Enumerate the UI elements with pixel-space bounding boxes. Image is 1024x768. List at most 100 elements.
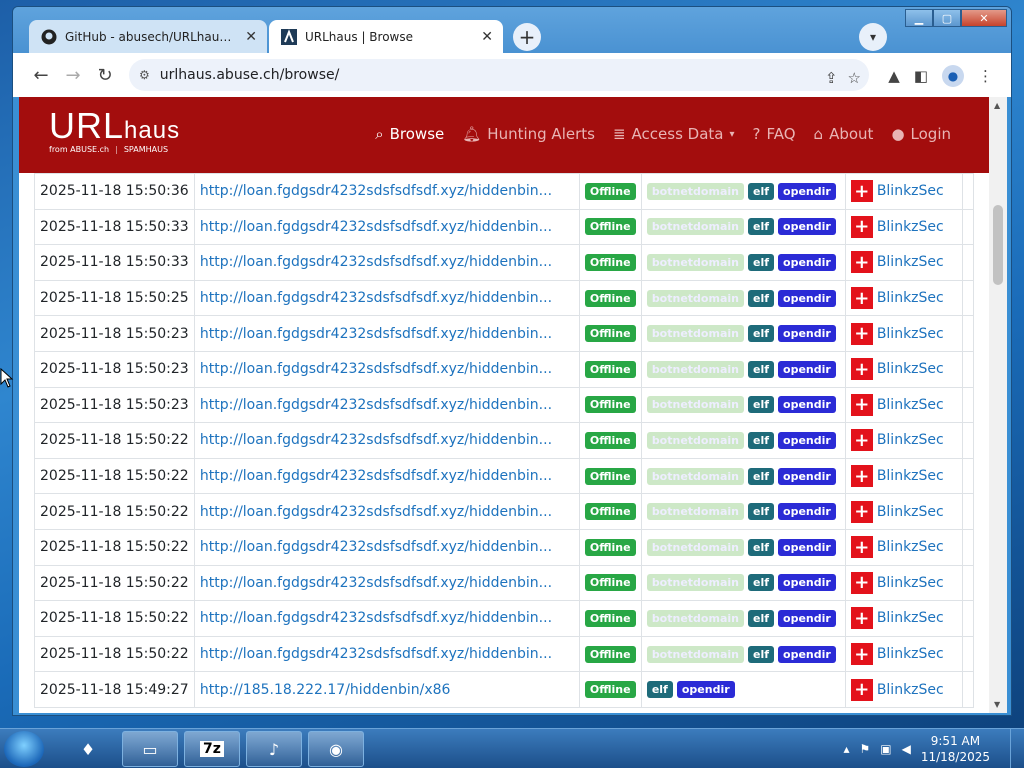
profile-avatar-icon[interactable]: ● — [942, 65, 964, 87]
reporter-link[interactable]: BlinkzSec — [877, 504, 944, 520]
url-link[interactable]: http://loan.fgdgsdr4232sdsfsdfsdf.xyz/hi… — [193, 528, 580, 566]
extension-icon[interactable]: ▲ — [888, 67, 900, 85]
reporter-cell[interactable]: + BlinkzSec — [844, 457, 963, 495]
reporter-cell[interactable]: + BlinkzSec — [844, 635, 963, 673]
tag-badge-elf[interactable]: elf — [747, 253, 775, 271]
url-link[interactable]: http://loan.fgdgsdr4232sdsfsdfsdf.xyz/hi… — [193, 564, 580, 602]
tag-badge-botnetdomain[interactable]: botnetdomain — [646, 609, 744, 627]
scroll-thumb[interactable] — [993, 205, 1003, 285]
tab-urlhaus[interactable]: URLhaus | Browse ✕ — [269, 20, 503, 53]
scroll-up-icon[interactable]: ▲ — [994, 101, 1000, 110]
reload-icon[interactable]: ↻ — [89, 59, 121, 91]
nav-login[interactable]: ● Login — [891, 125, 951, 143]
back-icon[interactable]: ← — [25, 59, 57, 91]
reporter-cell[interactable]: + BlinkzSec — [844, 493, 963, 530]
tag-badge-botnetdomain[interactable]: botnetdomain — [646, 289, 744, 307]
tag-badge-opendir[interactable]: opendir — [778, 360, 836, 378]
reporter-link[interactable]: BlinkzSec — [877, 468, 944, 484]
side-panel-icon[interactable]: ◧ — [914, 67, 928, 85]
tag-badge-botnetdomain[interactable]: botnetdomain — [646, 396, 744, 414]
close-tab-icon[interactable]: ✕ — [481, 29, 493, 45]
reporter-cell[interactable]: + BlinkzSec — [844, 671, 963, 708]
action-center-icon[interactable]: ⚑ — [859, 742, 870, 756]
tag-badge-opendir[interactable]: opendir — [676, 681, 735, 699]
tag-badge-opendir[interactable]: opendir — [778, 396, 836, 414]
tag-badge-elf[interactable]: elf — [646, 681, 673, 699]
reporter-cell[interactable]: + BlinkzSec — [844, 422, 963, 459]
reporter-link[interactable]: BlinkzSec — [877, 646, 944, 662]
url-link[interactable]: http://loan.fgdgsdr4232sdsfsdfsdf.xyz/hi… — [193, 386, 580, 424]
tab-github[interactable]: GitHub - abusech/URLhaus: Ope ✕ — [29, 20, 267, 53]
share-icon[interactable]: ⇪ — [825, 69, 838, 87]
tab-search-icon[interactable]: ▾ — [859, 23, 887, 51]
forward-icon[interactable]: → — [57, 59, 89, 91]
tag-badge-elf[interactable]: elf — [747, 325, 775, 343]
7z-icon[interactable]: 7z — [184, 731, 240, 767]
url-link[interactable]: http://185.18.222.17/hiddenbin/x86 — [193, 671, 580, 708]
tag-badge-botnetdomain[interactable]: botnetdomain — [646, 360, 744, 378]
url-link[interactable]: http://loan.fgdgsdr4232sdsfsdfsdf.xyz/hi… — [193, 422, 580, 459]
tag-badge-elf[interactable]: elf — [747, 574, 775, 592]
tag-badge-opendir[interactable]: opendir — [778, 431, 836, 449]
tag-badge-elf[interactable]: elf — [747, 538, 775, 556]
tag-badge-botnetdomain[interactable]: botnetdomain — [646, 574, 744, 592]
reporter-cell[interactable]: + BlinkzSec — [844, 386, 963, 424]
app-icon[interactable]: ♦ — [60, 731, 116, 767]
tag-badge-opendir[interactable]: opendir — [778, 253, 836, 271]
reporter-link[interactable]: BlinkzSec — [877, 361, 944, 377]
reporter-cell[interactable]: + BlinkzSec — [844, 564, 963, 602]
tag-badge-elf[interactable]: elf — [747, 182, 775, 200]
reporter-link[interactable]: BlinkzSec — [877, 183, 944, 199]
reporter-link[interactable]: BlinkzSec — [877, 326, 944, 342]
tag-badge-opendir[interactable]: opendir — [778, 467, 836, 485]
tag-badge-elf[interactable]: elf — [747, 431, 775, 449]
tag-badge-elf[interactable]: elf — [747, 467, 775, 485]
tag-badge-botnetdomain[interactable]: botnetdomain — [646, 253, 744, 271]
tag-badge-opendir[interactable]: opendir — [778, 645, 836, 663]
show-hidden-icons-icon[interactable]: ▴ — [843, 742, 849, 756]
tag-badge-elf[interactable]: elf — [747, 396, 775, 414]
reporter-link[interactable]: BlinkzSec — [877, 397, 944, 413]
reporter-link[interactable]: BlinkzSec — [877, 610, 944, 626]
tag-badge-opendir[interactable]: opendir — [778, 218, 836, 236]
page-scrollbar[interactable]: ▲ ▼ — [989, 97, 1007, 713]
nav-about[interactable]: ⌂ About — [814, 125, 874, 143]
tag-badge-elf[interactable]: elf — [747, 503, 775, 521]
url-link[interactable]: http://loan.fgdgsdr4232sdsfsdfsdf.xyz/hi… — [193, 279, 580, 317]
close-tab-icon[interactable]: ✕ — [245, 29, 257, 45]
site-info-icon[interactable]: ⚙ — [139, 68, 150, 82]
tag-badge-botnetdomain[interactable]: botnetdomain — [646, 467, 744, 485]
urlhaus-logo[interactable]: URLhaus from ABUSE.ch | SPAMHAUS — [49, 105, 180, 154]
reporter-cell[interactable]: + BlinkzSec — [844, 528, 963, 566]
url-link[interactable]: http://loan.fgdgsdr4232sdsfsdfsdf.xyz/hi… — [193, 208, 580, 246]
reporter-cell[interactable]: + BlinkzSec — [844, 279, 963, 317]
reporter-cell[interactable]: + BlinkzSec — [844, 244, 963, 281]
volume-icon[interactable]: ◀ — [902, 742, 911, 756]
menu-icon[interactable]: ⋮ — [978, 67, 993, 85]
nav-browse[interactable]: ⌕ Browse — [375, 125, 444, 143]
url-link[interactable]: http://loan.fgdgsdr4232sdsfsdfsdf.xyz/hi… — [193, 315, 580, 352]
tag-badge-botnetdomain[interactable]: botnetdomain — [646, 503, 744, 521]
reporter-link[interactable]: BlinkzSec — [877, 575, 944, 591]
reporter-link[interactable]: BlinkzSec — [877, 539, 944, 555]
reporter-cell[interactable]: + BlinkzSec — [844, 315, 963, 352]
tag-badge-opendir[interactable]: opendir — [778, 289, 836, 307]
tag-badge-opendir[interactable]: opendir — [778, 574, 836, 592]
reporter-link[interactable]: BlinkzSec — [877, 290, 944, 306]
tag-badge-opendir[interactable]: opendir — [778, 609, 836, 627]
minimize-button[interactable]: ▁ — [905, 9, 933, 27]
reporter-link[interactable]: BlinkzSec — [877, 682, 944, 698]
tag-badge-opendir[interactable]: opendir — [778, 182, 836, 200]
url-link[interactable]: http://loan.fgdgsdr4232sdsfsdfsdf.xyz/hi… — [193, 350, 580, 388]
nav-faq[interactable]: ? FAQ — [753, 125, 796, 143]
network-icon[interactable]: ▣ — [880, 742, 891, 756]
bookmark-star-icon[interactable]: ☆ — [848, 69, 861, 87]
url-link[interactable]: http://loan.fgdgsdr4232sdsfsdfsdf.xyz/hi… — [193, 173, 580, 210]
reporter-cell[interactable]: + BlinkzSec — [844, 208, 963, 246]
tag-badge-elf[interactable]: elf — [747, 609, 775, 627]
url-link[interactable]: http://loan.fgdgsdr4232sdsfsdfsdf.xyz/hi… — [193, 457, 580, 495]
tag-badge-opendir[interactable]: opendir — [778, 503, 836, 521]
nav-access-data[interactable]: ≣ Access Data ▾ — [613, 125, 735, 143]
browser-icon[interactable]: ◉ — [308, 731, 364, 767]
tag-badge-opendir[interactable]: opendir — [778, 538, 836, 556]
